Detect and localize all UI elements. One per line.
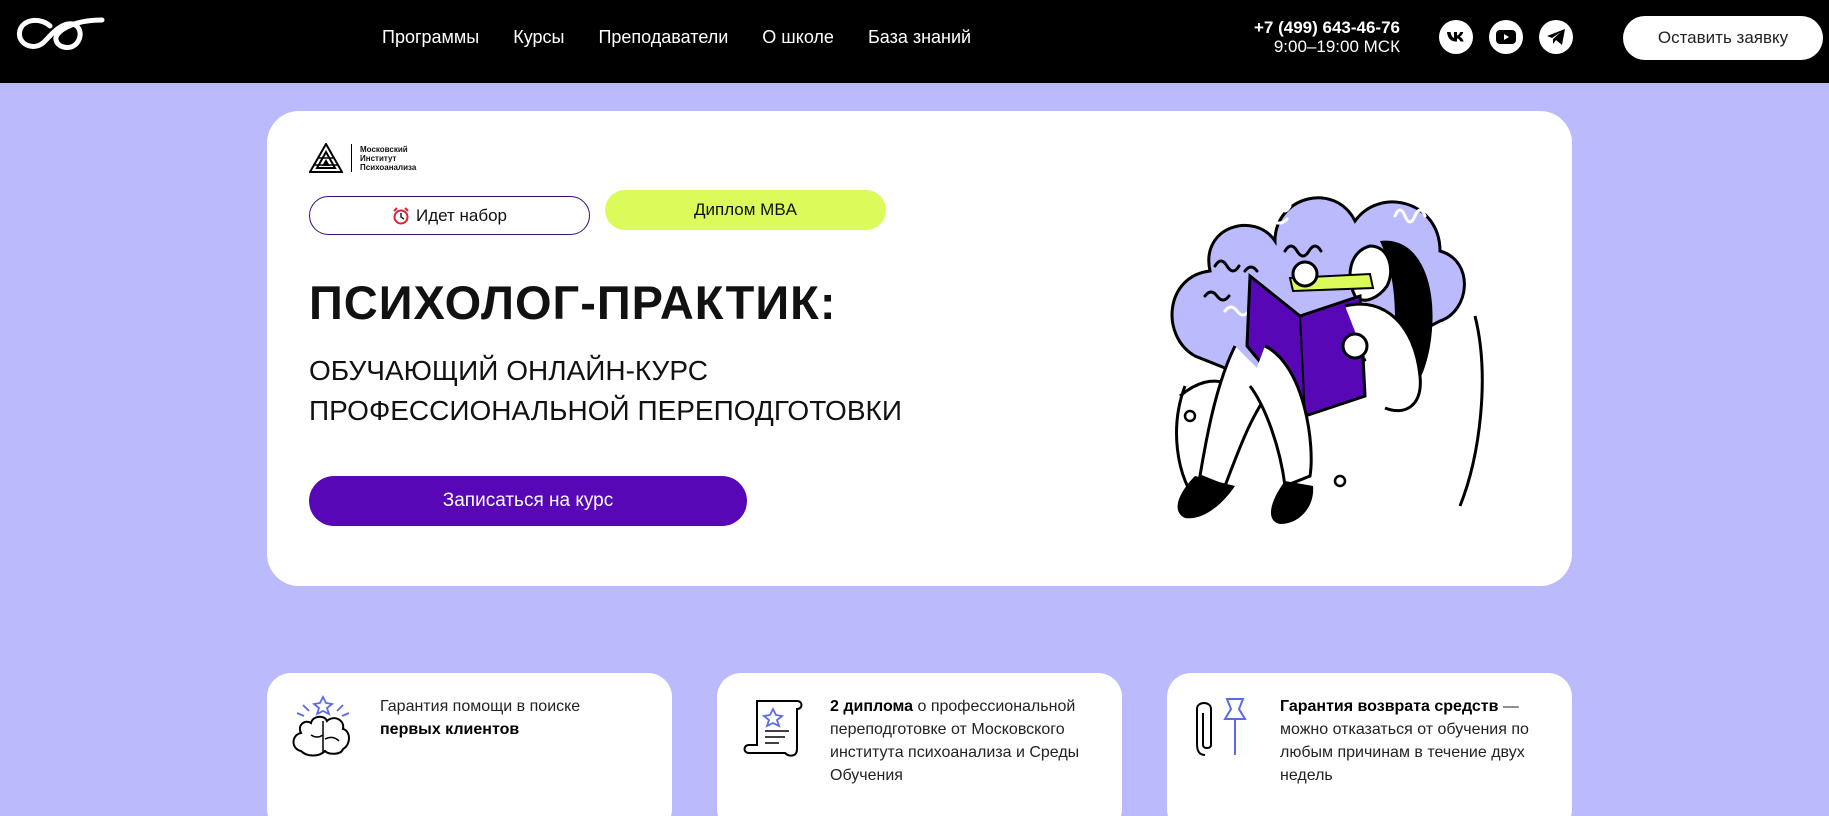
feature-text-refund: Гарантия возврата средств — можно отказа… (1280, 695, 1550, 787)
apply-button[interactable]: Оставить заявку (1623, 16, 1823, 60)
feature-card-diplomas: 2 диплома о профессиональной переподгото… (717, 673, 1122, 816)
feature-card-refund: Гарантия возврата средств — можно отказа… (1167, 673, 1572, 816)
working-hours: 9:00–19:00 МСК (1273, 37, 1400, 56)
nav-courses[interactable]: Курсы (513, 27, 564, 48)
subtitle-line-2: профессиональной переподготовки (309, 395, 902, 426)
telegram-icon[interactable] (1539, 20, 1573, 54)
feature-text-bold: первых клиентов (380, 721, 520, 738)
feature-text-bold: 2 диплома (830, 698, 914, 715)
phone-number[interactable]: +7 (499) 643-46-76 (1254, 18, 1400, 37)
youtube-icon[interactable] (1489, 20, 1523, 54)
mba-label: Диплом MBA (693, 200, 798, 219)
brain-star-icon (292, 695, 350, 757)
logo-divider (351, 144, 352, 172)
main-nav: Программы Курсы Преподаватели О школе Ба… (382, 27, 971, 48)
feature-text-bold: Гарантия возврата средств (1280, 698, 1499, 715)
top-header: Программы Курсы Преподаватели О школе Ба… (0, 0, 1829, 83)
nav-about[interactable]: О школе (762, 27, 834, 48)
institute-name: Московский Институт Психоанализа (360, 144, 417, 172)
school-logo[interactable] (14, 16, 106, 56)
alarm-clock-icon (393, 206, 409, 224)
recruitment-badge: Идет набор (309, 196, 590, 235)
recruitment-label: Идет набор (415, 205, 508, 225)
page-subtitle: Обучающий онлайн-курс профессиональной п… (309, 351, 902, 431)
feature-text-clients: Гарантия помощи в поиске первых клиентов (380, 695, 580, 741)
nav-programs[interactable]: Программы (382, 27, 479, 48)
institute-emblem-icon (309, 143, 343, 173)
nav-knowledge-base[interactable]: База знаний (868, 27, 971, 48)
nav-teachers[interactable]: Преподаватели (598, 27, 728, 48)
social-links (1439, 20, 1573, 54)
enroll-button[interactable]: Записаться на курс (309, 476, 747, 526)
vk-icon[interactable] (1439, 20, 1473, 54)
feature-card-clients: Гарантия помощи в поиске первых клиентов (267, 673, 672, 816)
hero-card: Московский Институт Психоанализа Идет на… (267, 111, 1572, 586)
diploma-scroll-icon (743, 700, 803, 757)
reading-woman-illustration (1170, 196, 1484, 524)
feature-text-pre: Гарантия помощи в поиске (380, 698, 581, 715)
paperclip-pin-icon (1196, 698, 1247, 756)
contact-block: +7 (499) 643-46-76 9:00–19:00 МСК (1254, 18, 1400, 56)
subtitle-line-1: Обучающий онлайн-курс (309, 355, 708, 386)
institute-logo: Московский Институт Психоанализа (309, 143, 416, 173)
page-title: ПСИХОЛОГ-ПРАКТИК: (309, 276, 837, 329)
mba-badge: Диплом MBA (605, 190, 886, 230)
feature-text-diplomas: 2 диплома о профессиональной переподгото… (830, 695, 1110, 787)
